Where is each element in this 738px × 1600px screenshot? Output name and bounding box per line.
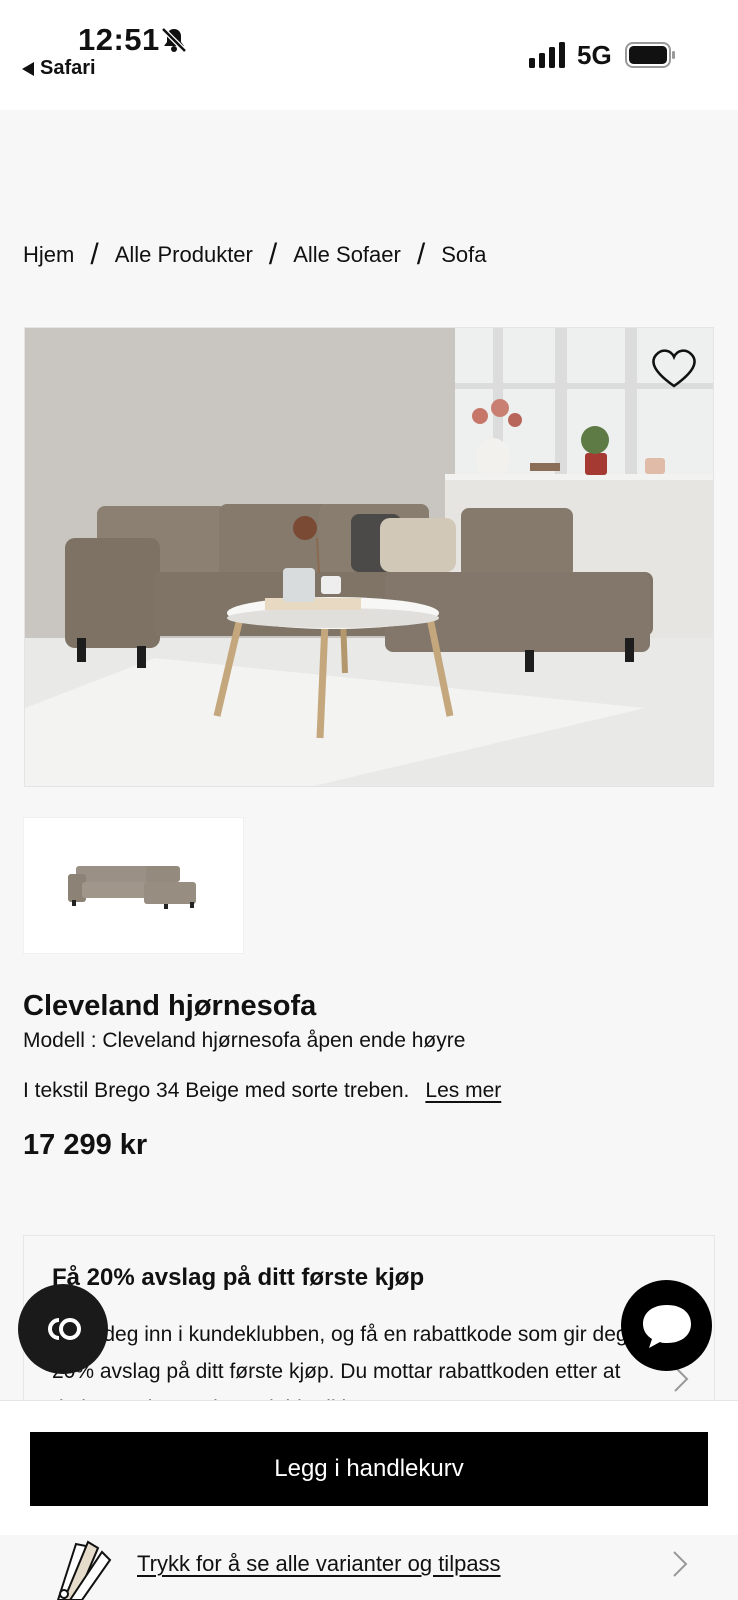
network-type: 5G [577,40,612,70]
product-model: Modell : Cleveland hjørnesofa åpen ende … [23,1029,466,1052]
product-thumbnail[interactable] [23,817,244,954]
promo-title: Få 20% avslag på ditt første kjøp [52,1264,425,1291]
bottom-action-bar: Legg i handlekurv [0,1400,738,1535]
variants-link[interactable]: Trykk for å se alle varianter og tilpass [137,1551,501,1577]
product-description-row: I tekstil Brego 34 Beige med sorte trebe… [23,1079,501,1103]
status-time: 12:51 [78,22,160,57]
variants-link-row[interactable]: Trykk for å se alle varianter og tilpass [23,1535,715,1600]
product-description: I tekstil Brego 34 Beige med sorte trebe… [23,1079,410,1102]
breadcrumb-sofa[interactable]: Sofa [441,242,486,268]
back-to-safari-link[interactable]: Safari [22,57,96,80]
breadcrumb-separator: / [268,238,278,271]
product-title: Cleveland hjørnesofa [23,990,317,1022]
sofa-room-illustration [25,328,713,786]
add-to-cart-button[interactable]: Legg i handlekurv [30,1432,708,1506]
chat-bubble-icon [642,1304,691,1348]
back-triangle-icon [22,61,34,76]
chevron-right-icon [673,1551,688,1577]
breadcrumb-separator: / [416,238,426,271]
co-logo-icon [48,1318,81,1340]
breadcrumb-all-products[interactable]: Alle Produkter [115,242,253,268]
breadcrumb-all-sofas[interactable]: Alle Sofaer [293,242,401,268]
breadcrumb-separator: / [90,238,99,271]
fabric-swatch-icon [56,1540,112,1600]
product-price: 17 299 kr [23,1129,148,1161]
battery-icon [625,42,675,68]
bell-slash-icon [161,27,187,53]
product-main-image[interactable] [24,327,714,787]
breadcrumb: Hjem / Alle Produkter / Alle Sofaer / So… [23,238,486,272]
read-more-link[interactable]: Les mer [425,1079,501,1103]
cellular-signal-icon [529,42,565,68]
heart-icon[interactable] [648,344,700,392]
chat-button[interactable] [621,1280,712,1371]
co-widget-button[interactable] [18,1284,108,1374]
sofa-thumbnail-illustration [68,866,196,909]
status-bar: 12:51 Safari 5G [0,0,738,110]
breadcrumb-home[interactable]: Hjem [23,242,74,268]
back-app-label: Safari [40,57,96,79]
